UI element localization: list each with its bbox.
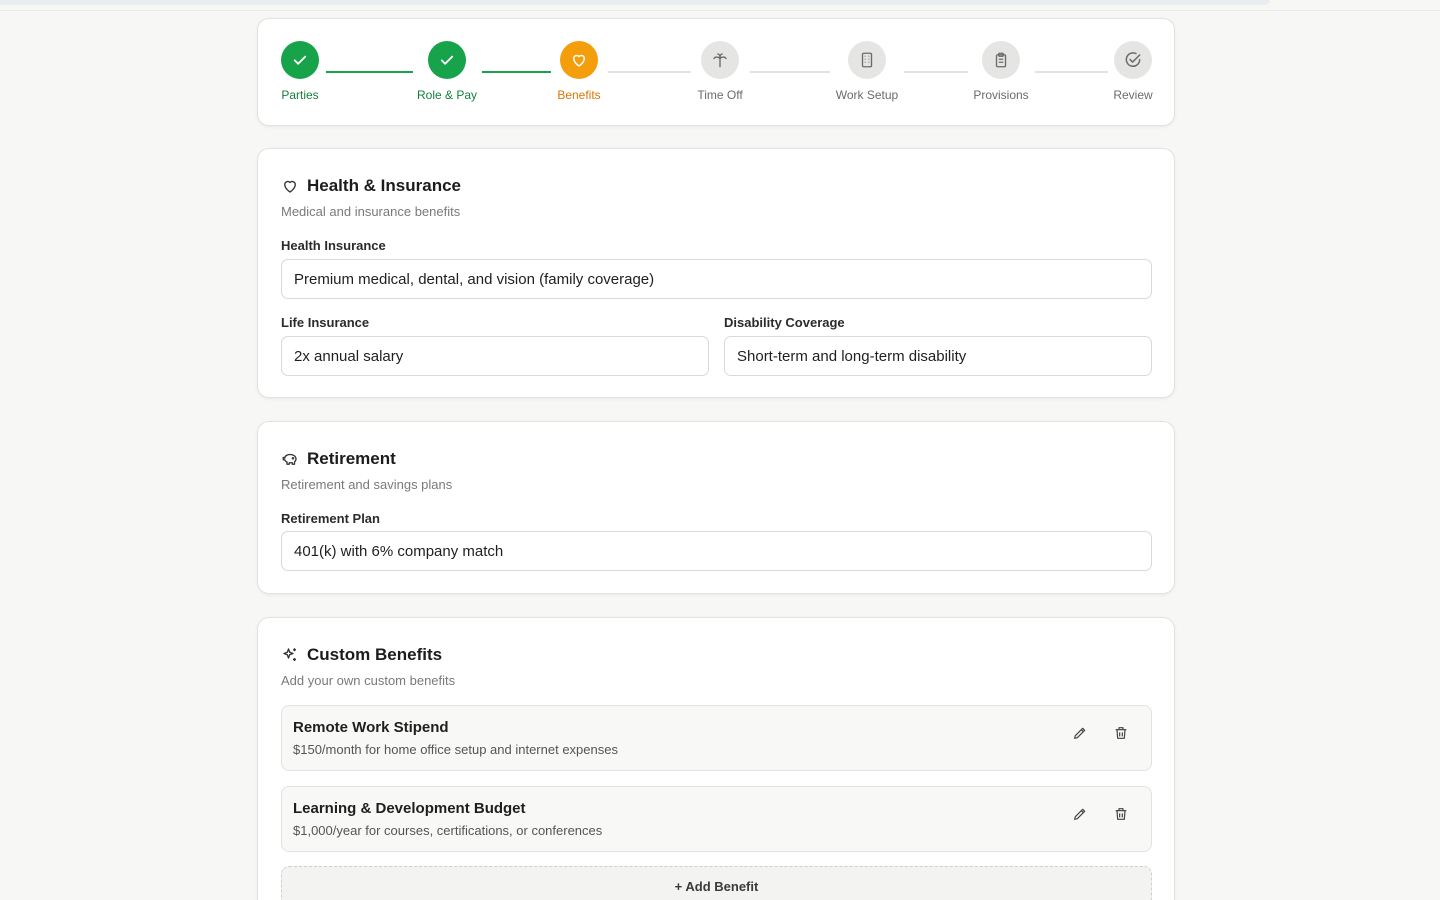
trash-icon — [1113, 806, 1129, 822]
heart-icon — [281, 177, 299, 195]
step-review[interactable]: Review — [1083, 41, 1183, 102]
trash-icon — [1113, 725, 1129, 741]
step-circle-review — [1114, 41, 1152, 79]
progress-stepper: Parties Role & Pay Benefits Time Off Wor… — [257, 18, 1175, 126]
benefit-item: Learning & Development Budget $1,000/yea… — [281, 786, 1152, 852]
step-label: Review — [1113, 88, 1153, 102]
pencil-icon — [1072, 725, 1088, 741]
step-label: Time Off — [697, 88, 743, 102]
step-label: Benefits — [557, 88, 601, 102]
benefit-item: Remote Work Stipend $150/month for home … — [281, 705, 1152, 771]
disability-coverage-label: Disability Coverage — [724, 315, 845, 330]
building-icon — [858, 51, 876, 69]
step-circle-benefits — [560, 41, 598, 79]
section-header: Custom Benefits — [281, 645, 442, 665]
health-insurance-card: Health & Insurance Medical and insurance… — [257, 148, 1175, 398]
step-circle-work-setup — [848, 41, 886, 79]
benefit-description: $1,000/year for courses, certifications,… — [293, 823, 603, 838]
health-insurance-label: Health Insurance — [281, 238, 386, 253]
sparkles-icon — [281, 646, 299, 664]
palm-tree-icon — [711, 51, 729, 69]
section-title: Custom Benefits — [307, 645, 443, 664]
life-insurance-label: Life Insurance — [281, 315, 370, 330]
section-title: Health & Insurance — [307, 176, 461, 195]
step-label: Work Setup — [835, 88, 899, 102]
benefit-name: Remote Work Stipend — [293, 719, 449, 736]
check-icon — [291, 51, 309, 69]
step-label: Provisions — [973, 88, 1029, 102]
section-title: Retirement — [307, 449, 396, 468]
step-work-setup[interactable]: Work Setup — [817, 41, 917, 102]
edit-benefit-button[interactable] — [1067, 720, 1093, 746]
retirement-plan-input[interactable] — [281, 531, 1152, 571]
step-role-pay[interactable]: Role & Pay — [397, 41, 497, 102]
browser-top-strip — [0, 0, 1440, 11]
section-subtitle: Medical and insurance benefits — [281, 204, 461, 219]
benefit-description: $150/month for home office setup and int… — [293, 742, 618, 757]
section-header: Health & Insurance — [281, 176, 461, 196]
section-header: Retirement — [281, 449, 396, 469]
section-subtitle: Retirement and savings plans — [281, 477, 453, 492]
step-circle-parties — [281, 41, 319, 79]
pencil-icon — [1072, 806, 1088, 822]
delete-benefit-button[interactable] — [1108, 720, 1134, 746]
health-insurance-input[interactable] — [281, 259, 1152, 299]
step-circle-role-pay — [428, 41, 466, 79]
horizontal-scrollbar[interactable] — [0, 0, 1270, 5]
edit-benefit-button[interactable] — [1067, 801, 1093, 827]
step-provisions[interactable]: Provisions — [951, 41, 1051, 102]
step-benefits[interactable]: Benefits — [529, 41, 629, 102]
heart-icon — [570, 51, 588, 69]
step-time-off[interactable]: Time Off — [670, 41, 770, 102]
step-label: Parties — [281, 88, 319, 102]
check-icon — [438, 51, 456, 69]
step-circle-time-off — [701, 41, 739, 79]
retirement-card: Retirement Retirement and savings plans … — [257, 421, 1175, 594]
retirement-plan-label: Retirement Plan — [281, 511, 380, 526]
step-parties[interactable]: Parties — [250, 41, 350, 102]
add-benefit-button[interactable]: + Add Benefit — [281, 866, 1152, 900]
disability-coverage-input[interactable] — [724, 336, 1152, 376]
step-circle-provisions — [982, 41, 1020, 79]
step-label: Role & Pay — [416, 88, 478, 102]
section-subtitle: Add your own custom benefits — [281, 673, 456, 688]
piggy-bank-icon — [281, 450, 299, 468]
circle-check-icon — [1123, 50, 1143, 70]
life-insurance-input[interactable] — [281, 336, 709, 376]
custom-benefits-card: Custom Benefits Add your own custom bene… — [257, 617, 1175, 900]
benefit-name: Learning & Development Budget — [293, 800, 526, 817]
delete-benefit-button[interactable] — [1108, 801, 1134, 827]
clipboard-icon — [992, 51, 1010, 69]
